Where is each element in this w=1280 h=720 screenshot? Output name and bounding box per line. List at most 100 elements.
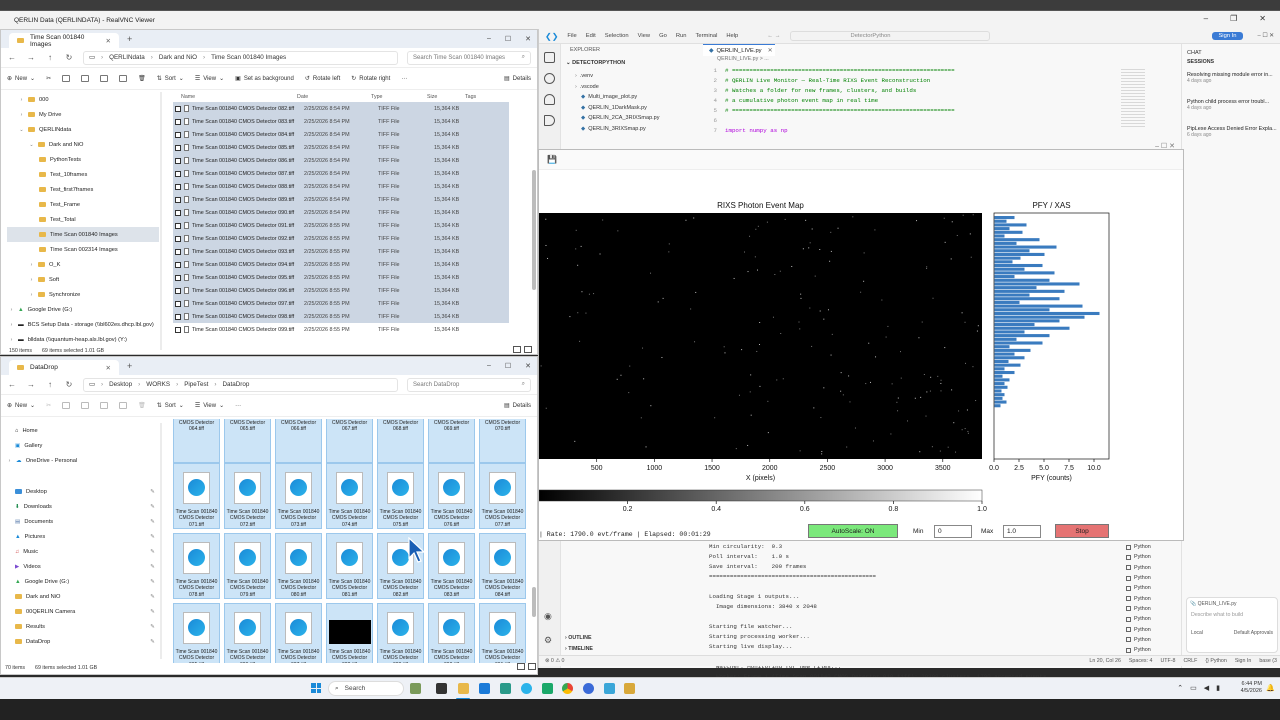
chat-session-item[interactable]: PipLexe Access Denied Error Expla... 6 da… bbox=[1182, 123, 1280, 150]
breadcrumb[interactable]: ▭ › Desktop › WORKS › PipeTest › DataDrop bbox=[83, 377, 398, 392]
column-tags[interactable]: Tags bbox=[465, 94, 476, 100]
system-tray[interactable]: ⌃ ▭ ◀ ▮ bbox=[1177, 684, 1220, 692]
sidebar-item-results[interactable]: Results ✎ bbox=[7, 619, 155, 634]
status-item[interactable]: UTF-8 bbox=[1160, 658, 1175, 664]
file-tile[interactable]: Time Scan 001840 CMOS Detector 074.tiff bbox=[326, 463, 373, 529]
breadcrumb-item[interactable]: Desktop bbox=[109, 381, 132, 388]
sidebar-item-documents[interactable]: ▤ Documents ✎ bbox=[7, 514, 155, 529]
terminal-list-item[interactable]: Python bbox=[1122, 573, 1178, 583]
sidebar-item[interactable]: › ▲ Google Drive (G:) bbox=[7, 302, 159, 317]
row-checkbox[interactable] bbox=[175, 209, 181, 216]
breadcrumb-item[interactable]: WORKS bbox=[146, 381, 170, 388]
sidebar-item-qerlin-camera[interactable]: 00QERLIN Camera ✎ bbox=[7, 604, 155, 619]
approvals-select[interactable]: Default Approvals bbox=[1234, 630, 1273, 636]
code-line[interactable]: 5 # =====================================… bbox=[703, 105, 1123, 115]
column-date[interactable]: Date bbox=[297, 94, 371, 100]
sidebar-item[interactable]: ⌄ QERLINdata bbox=[7, 122, 159, 137]
status-item[interactable]: Sign In bbox=[1235, 658, 1252, 664]
menu-go[interactable]: Go bbox=[659, 33, 667, 39]
status-item[interactable]: {} Python bbox=[1205, 658, 1227, 664]
row-checkbox[interactable] bbox=[175, 326, 181, 333]
view-button[interactable]: ☰ View ⌄ bbox=[195, 402, 224, 410]
sidebar-item-selected[interactable]: Time Scan 001840 Images bbox=[7, 227, 159, 242]
breadcrumb-item[interactable]: DataDrop bbox=[222, 381, 249, 388]
minimize-icon[interactable]: – bbox=[487, 362, 491, 370]
file-tile[interactable]: Time Scan 001840 CMOS Detector 076.tiff bbox=[428, 463, 475, 529]
table-row[interactable]: Time Scan 001840 CMOS Detector 090.tiff 2… bbox=[173, 206, 509, 219]
sidebar-item[interactable]: Time Scan 002314 Images bbox=[7, 242, 159, 257]
clock[interactable]: 6:44 PM 4/5/2026 bbox=[1241, 681, 1262, 695]
tiles-view-icon[interactable] bbox=[528, 663, 536, 670]
table-row[interactable]: Time Scan 001840 CMOS Detector 084.tiff 2… bbox=[173, 128, 509, 141]
file-tree-item[interactable]: › .vscode bbox=[563, 82, 703, 93]
chat-session-item[interactable]: Python child process error troubl... 4 da… bbox=[1182, 96, 1280, 123]
terminal-list-item[interactable]: Python bbox=[1122, 542, 1178, 552]
share-icon[interactable] bbox=[119, 402, 128, 409]
table-row[interactable]: Time Scan 001840 CMOS Detector 082.tiff 2… bbox=[173, 102, 509, 115]
row-checkbox[interactable] bbox=[175, 170, 181, 177]
app-icon[interactable] bbox=[604, 683, 615, 694]
sidebar-item[interactable]: › Synchronize bbox=[7, 287, 159, 302]
account-icon[interactable]: ◉ bbox=[544, 611, 552, 622]
terminal-list-item[interactable]: Python bbox=[1122, 604, 1178, 614]
up-icon[interactable]: ↑ bbox=[45, 380, 55, 389]
file-tree-item[interactable]: ◆ QERLIN_2CA_3RIXSmap.py bbox=[563, 113, 703, 124]
details-button[interactable]: ▤ Details bbox=[504, 75, 531, 83]
new-tab-icon[interactable]: + bbox=[127, 361, 132, 371]
sidebar-item[interactable]: Test_10frames bbox=[7, 167, 159, 182]
file-tile[interactable]: Time Scan 001840 CMOS Detector 085.tiff bbox=[173, 603, 220, 663]
sidebar-item[interactable]: › 000 bbox=[7, 92, 159, 107]
file-tile[interactable]: Time Scan 001840 CMOS Detector 078.tiff bbox=[173, 533, 220, 599]
menu-run[interactable]: Run bbox=[676, 33, 687, 39]
menu-edit[interactable]: Edit bbox=[586, 33, 596, 39]
plot-window-controls[interactable]: – ☐ ✕ bbox=[1155, 142, 1175, 150]
code-line[interactable]: 2 # QERLIN Live Monitor — Real-Time RIXS … bbox=[703, 75, 1123, 85]
file-tile[interactable]: Time Scan 001840 CMOS Detector 086.tiff bbox=[224, 603, 271, 663]
file-tile[interactable]: Time Scan 001840 CMOS Detector 088.tiff bbox=[326, 603, 373, 663]
windows-start-icon[interactable] bbox=[311, 683, 321, 693]
sidebar-item-desktop[interactable]: Desktop ✎ bbox=[7, 484, 155, 499]
column-type[interactable]: Type bbox=[371, 94, 427, 100]
edge-icon[interactable] bbox=[521, 683, 532, 694]
view-button[interactable]: ☰ View ⌄ bbox=[195, 75, 224, 83]
more-options-button[interactable]: ··· bbox=[235, 403, 241, 409]
file-tile[interactable]: Time Scan 001840 CMOS Detector 066.tiff bbox=[275, 419, 322, 463]
app-icon[interactable] bbox=[542, 683, 553, 694]
table-row[interactable]: Time Scan 001840 CMOS Detector 096.tiff 2… bbox=[173, 284, 509, 297]
status-item[interactable]: Spaces: 4 bbox=[1129, 658, 1153, 664]
menu-view[interactable]: View bbox=[638, 33, 650, 39]
sidebar-item[interactable]: › Soft bbox=[7, 272, 159, 287]
up-icon[interactable]: ↑ bbox=[45, 53, 55, 62]
chrome-icon[interactable] bbox=[562, 683, 573, 694]
file-tile[interactable]: Time Scan 001840 CMOS Detector 090.tiff bbox=[428, 603, 475, 663]
column-name[interactable]: Name bbox=[173, 94, 297, 100]
maximize-icon[interactable]: ☐ bbox=[505, 35, 511, 43]
row-checkbox[interactable] bbox=[175, 105, 181, 112]
taskbar-search[interactable]: ⌕ Search bbox=[328, 681, 404, 696]
row-checkbox[interactable] bbox=[175, 300, 181, 307]
sidebar-item-gallery[interactable]: ▣ Gallery bbox=[7, 438, 155, 453]
paste-icon[interactable] bbox=[81, 75, 90, 82]
close-icon[interactable]: ✕ bbox=[1259, 14, 1266, 23]
close-tab-icon[interactable]: ✕ bbox=[106, 364, 111, 372]
close-tab-icon[interactable]: ✕ bbox=[768, 48, 773, 54]
sidebar-item[interactable]: PythonTests bbox=[7, 152, 159, 167]
maximize-icon[interactable]: ❐ bbox=[1230, 14, 1237, 23]
row-checkbox[interactable] bbox=[175, 274, 181, 281]
file-tile[interactable]: Time Scan 001840 CMOS Detector 077.tiff bbox=[479, 463, 526, 529]
sidebar-item-downloads[interactable]: ⬇ Downloads ✎ bbox=[7, 499, 155, 514]
details-view-icon[interactable] bbox=[513, 346, 521, 353]
delete-icon[interactable]: 🗑 bbox=[138, 402, 146, 409]
row-checkbox[interactable] bbox=[175, 313, 181, 320]
file-tile[interactable]: Time Scan 001840 CMOS Detector 083.tiff bbox=[428, 533, 475, 599]
scrollbar[interactable] bbox=[532, 170, 536, 290]
table-row[interactable]: Time Scan 001840 CMOS Detector 086.tiff 2… bbox=[173, 154, 509, 167]
breadcrumb-item[interactable]: Dark and NiO bbox=[159, 54, 197, 61]
minimize-icon[interactable]: – bbox=[487, 35, 491, 43]
sidebar-item-datadrop[interactable]: DataDrop ✎ bbox=[7, 634, 155, 649]
cut-icon[interactable]: ✂ bbox=[46, 75, 51, 82]
row-checkbox[interactable] bbox=[175, 248, 181, 255]
menu-selection[interactable]: Selection bbox=[605, 33, 629, 39]
code-line[interactable]: 3 # Watches a folder for new frames, clus… bbox=[703, 85, 1123, 95]
search-input[interactable]: Search DataDrop ⌕ bbox=[407, 377, 531, 392]
